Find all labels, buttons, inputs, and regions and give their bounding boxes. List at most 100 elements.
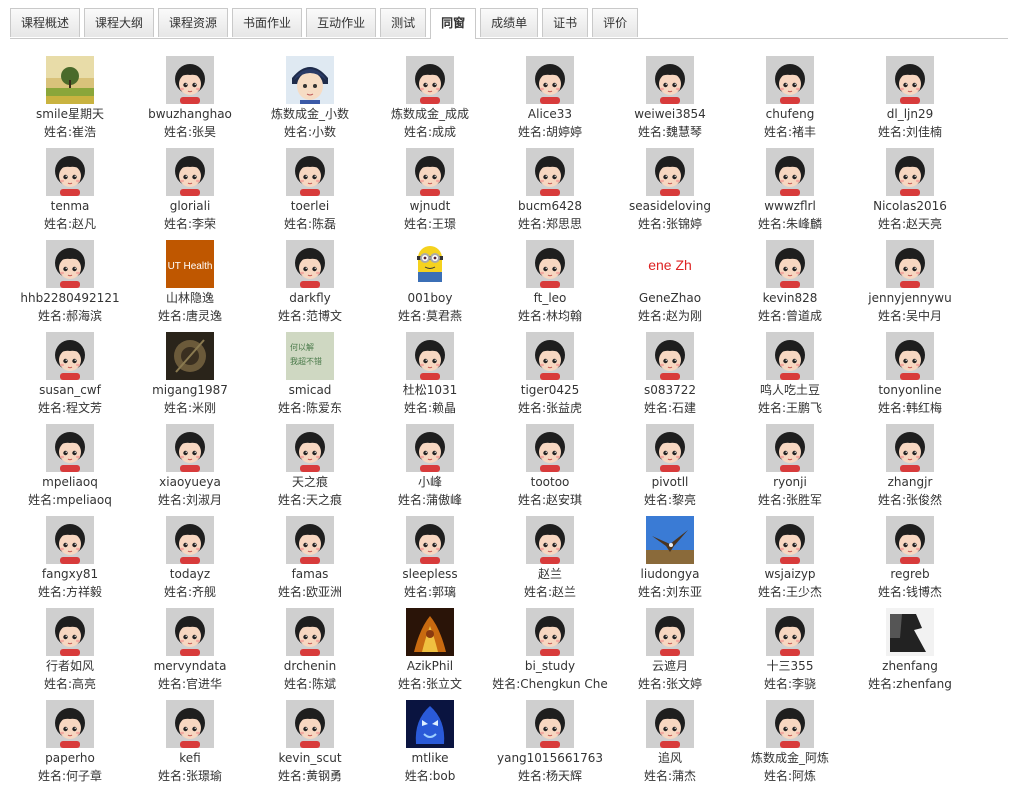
- classmate-username-link[interactable]: dl_ljn29: [846, 106, 974, 122]
- text-avatar-icon[interactable]: ene Zh: [646, 240, 694, 288]
- default-avatar-icon[interactable]: [46, 608, 94, 656]
- classmate-username-link[interactable]: bwuzhanghao: [126, 106, 254, 122]
- default-avatar-icon[interactable]: [646, 56, 694, 104]
- classmate-username-link[interactable]: 云遮月: [606, 658, 734, 674]
- silhouette-photo-icon[interactable]: [886, 608, 934, 656]
- classmate-username-link[interactable]: tootoo: [486, 474, 614, 490]
- classmate-username-link[interactable]: GeneZhao: [606, 290, 734, 306]
- classmate-username-link[interactable]: mervyndata: [126, 658, 254, 674]
- classmate-username-link[interactable]: ryonji: [726, 474, 854, 490]
- classmate-username-link[interactable]: xiaoyueya: [126, 474, 254, 490]
- classmate-username-link[interactable]: 001boy: [366, 290, 494, 306]
- health-logo-icon[interactable]: UT Health: [166, 240, 214, 288]
- default-avatar-icon[interactable]: [886, 516, 934, 564]
- default-avatar-icon[interactable]: [46, 424, 94, 472]
- fire-art-photo-icon[interactable]: [406, 608, 454, 656]
- tab-4[interactable]: 互动作业: [306, 8, 377, 37]
- classmate-username-link[interactable]: drchenin: [246, 658, 374, 674]
- tab-1[interactable]: 课程大纲: [84, 8, 155, 37]
- classmate-username-link[interactable]: susan_cwf: [6, 382, 134, 398]
- blue-monster-avatar-icon[interactable]: [406, 700, 454, 748]
- tab-2[interactable]: 课程资源: [158, 8, 229, 37]
- default-avatar-icon[interactable]: [286, 148, 334, 196]
- classmate-username-link[interactable]: hhb2280492121: [6, 290, 134, 306]
- classmate-username-link[interactable]: 赵兰: [486, 566, 614, 582]
- classmate-username-link[interactable]: darkfly: [246, 290, 374, 306]
- default-avatar-icon[interactable]: [286, 608, 334, 656]
- classmate-username-link[interactable]: sleepless: [366, 566, 494, 582]
- default-avatar-icon[interactable]: [766, 700, 814, 748]
- classmate-username-link[interactable]: Nicolas2016: [846, 198, 974, 214]
- classmate-username-link[interactable]: s083722: [606, 382, 734, 398]
- default-avatar-icon[interactable]: [526, 424, 574, 472]
- classmate-username-link[interactable]: 十三355: [726, 658, 854, 674]
- default-avatar-icon[interactable]: [526, 332, 574, 380]
- default-avatar-icon[interactable]: [166, 148, 214, 196]
- classmate-username-link[interactable]: AzikPhil: [366, 658, 494, 674]
- classmate-username-link[interactable]: fangxy81: [6, 566, 134, 582]
- classmate-username-link[interactable]: 鸣人吃土豆: [726, 382, 854, 398]
- landscape-photo-icon[interactable]: [46, 56, 94, 104]
- classmate-username-link[interactable]: 杜松1031: [366, 382, 494, 398]
- default-avatar-icon[interactable]: [286, 424, 334, 472]
- classmate-username-link[interactable]: regreb: [846, 566, 974, 582]
- classmate-username-link[interactable]: bucm6428: [486, 198, 614, 214]
- default-avatar-icon[interactable]: [526, 700, 574, 748]
- default-avatar-icon[interactable]: [526, 516, 574, 564]
- classmate-username-link[interactable]: pivotll: [606, 474, 734, 490]
- classmate-username-link[interactable]: smile星期天: [6, 106, 134, 122]
- classmate-username-link[interactable]: mtlike: [366, 750, 494, 766]
- classmate-username-link[interactable]: zhenfang: [846, 658, 974, 674]
- classmate-username-link[interactable]: paperho: [6, 750, 134, 766]
- default-avatar-icon[interactable]: [766, 424, 814, 472]
- default-avatar-icon[interactable]: [646, 700, 694, 748]
- classmate-username-link[interactable]: kefi: [126, 750, 254, 766]
- tab-8[interactable]: 证书: [542, 8, 589, 37]
- default-avatar-icon[interactable]: [766, 516, 814, 564]
- classmate-username-link[interactable]: 行者如风: [6, 658, 134, 674]
- dark-art-photo-icon[interactable]: [166, 332, 214, 380]
- default-avatar-icon[interactable]: [886, 332, 934, 380]
- classmate-username-link[interactable]: kevin_scut: [246, 750, 374, 766]
- default-avatar-icon[interactable]: [286, 700, 334, 748]
- classmate-username-link[interactable]: wsjaizyp: [726, 566, 854, 582]
- classmate-username-link[interactable]: 炼数成金_小数: [246, 106, 374, 122]
- default-avatar-icon[interactable]: [766, 148, 814, 196]
- tab-3[interactable]: 书面作业: [232, 8, 303, 37]
- classmate-username-link[interactable]: migang1987: [126, 382, 254, 398]
- classmate-username-link[interactable]: todayz: [126, 566, 254, 582]
- default-avatar-icon[interactable]: [646, 332, 694, 380]
- default-avatar-icon[interactable]: [646, 424, 694, 472]
- default-avatar-icon[interactable]: [646, 608, 694, 656]
- classmate-username-link[interactable]: Alice33: [486, 106, 614, 122]
- default-avatar-icon[interactable]: [166, 424, 214, 472]
- default-avatar-icon[interactable]: [406, 516, 454, 564]
- default-avatar-icon[interactable]: [766, 608, 814, 656]
- tab-5[interactable]: 测试: [380, 8, 427, 37]
- classmate-username-link[interactable]: wwwzflrl: [726, 198, 854, 214]
- classmate-username-link[interactable]: mpeliaoq: [6, 474, 134, 490]
- default-avatar-icon[interactable]: [766, 56, 814, 104]
- default-avatar-icon[interactable]: [46, 240, 94, 288]
- default-avatar-icon[interactable]: [166, 608, 214, 656]
- classmate-username-link[interactable]: famas: [246, 566, 374, 582]
- classmate-username-link[interactable]: 炼数成金_阿炼: [726, 750, 854, 766]
- classmate-username-link[interactable]: yang1015661763: [486, 750, 614, 766]
- classmate-username-link[interactable]: tiger0425: [486, 382, 614, 398]
- classmate-username-link[interactable]: weiwei3854: [606, 106, 734, 122]
- classmate-username-link[interactable]: wjnudt: [366, 198, 494, 214]
- classmate-username-link[interactable]: tenma: [6, 198, 134, 214]
- tab-0[interactable]: 课程概述: [10, 8, 81, 37]
- default-avatar-icon[interactable]: [526, 608, 574, 656]
- default-avatar-icon[interactable]: [166, 56, 214, 104]
- classmate-username-link[interactable]: 小峰: [366, 474, 494, 490]
- classmate-username-link[interactable]: seasideloving: [606, 198, 734, 214]
- classmate-username-link[interactable]: smicad: [246, 382, 374, 398]
- default-avatar-icon[interactable]: [886, 240, 934, 288]
- eagle-photo-icon[interactable]: [646, 516, 694, 564]
- classmate-username-link[interactable]: ft_leo: [486, 290, 614, 306]
- default-avatar-icon[interactable]: [886, 56, 934, 104]
- default-avatar-icon[interactable]: [406, 424, 454, 472]
- default-avatar-icon[interactable]: [46, 516, 94, 564]
- tab-6[interactable]: 同窗: [430, 8, 477, 39]
